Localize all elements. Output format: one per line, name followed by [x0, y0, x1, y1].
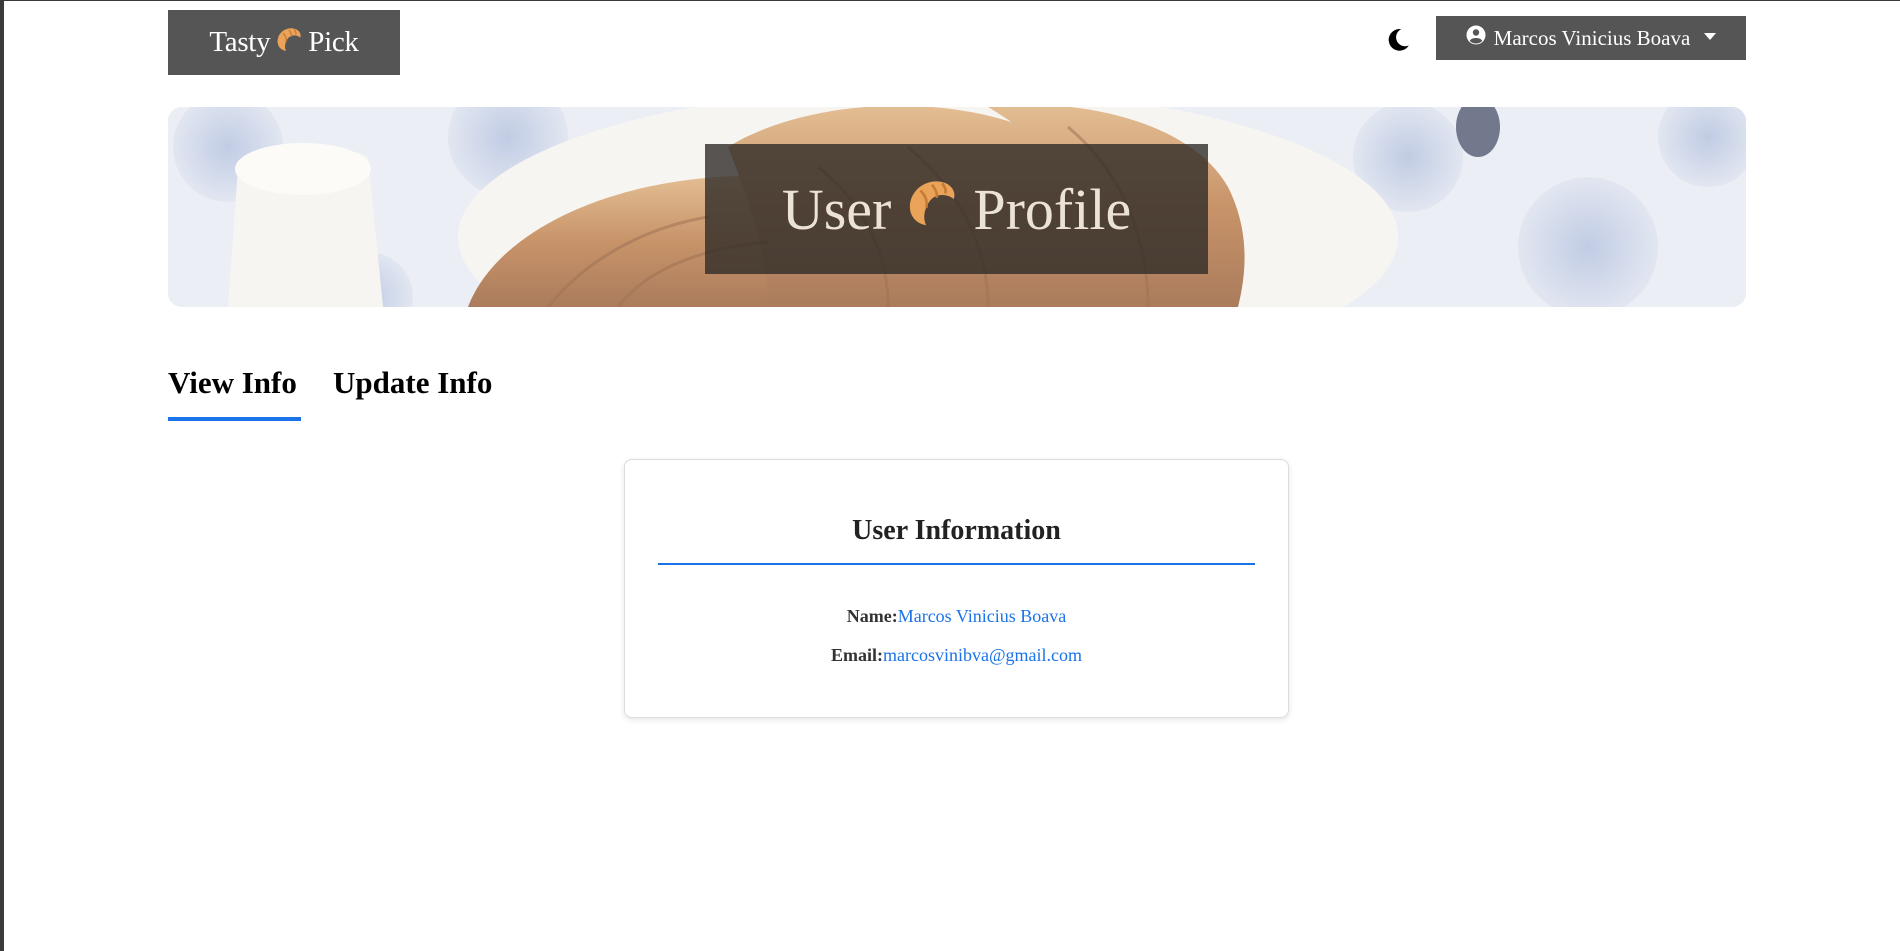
email-label: Email: [830, 645, 883, 665]
croissant-icon [903, 173, 961, 245]
user-menu-dropdown[interactable]: Marcos Vinicius Boava [1436, 16, 1746, 60]
hero-banner: User Profile [168, 107, 1746, 307]
brand-name-left: Tasty [209, 26, 271, 58]
email-value: marcosvinibva@gmail.com [882, 645, 1083, 665]
hero-title-left: User [781, 176, 892, 242]
name-value: Marcos Vinicius Boava [897, 606, 1067, 626]
brand-logo-button[interactable]: Tasty Pick [168, 10, 400, 75]
hero-title-right: Profile [973, 176, 1132, 242]
name-row: Name:Marcos Vinicius Boava [625, 606, 1288, 627]
tab-update-info[interactable]: Update Info [333, 361, 492, 421]
croissant-icon [274, 24, 304, 62]
user-circle-icon [1466, 25, 1486, 51]
email-row: Email:marcosvinibva@gmail.com [625, 645, 1288, 666]
hero-title: User Profile [705, 144, 1208, 274]
name-label: Name: [846, 606, 898, 626]
caret-down-icon [1704, 32, 1717, 40]
tab-view-info[interactable]: View Info [168, 361, 301, 421]
moon-icon [1385, 27, 1411, 58]
card-title: User Information [658, 515, 1255, 565]
user-information-card: User Information Name:Marcos Vinicius Bo… [624, 459, 1289, 718]
theme-toggle-button[interactable] [1381, 25, 1415, 59]
browser-frame: Tasty Pick Marcos Vinicius Boava User Pr… [0, 0, 1900, 951]
brand-name-right: Pick [308, 26, 359, 58]
user-menu-label: Marcos Vinicius Boava [1493, 25, 1691, 50]
